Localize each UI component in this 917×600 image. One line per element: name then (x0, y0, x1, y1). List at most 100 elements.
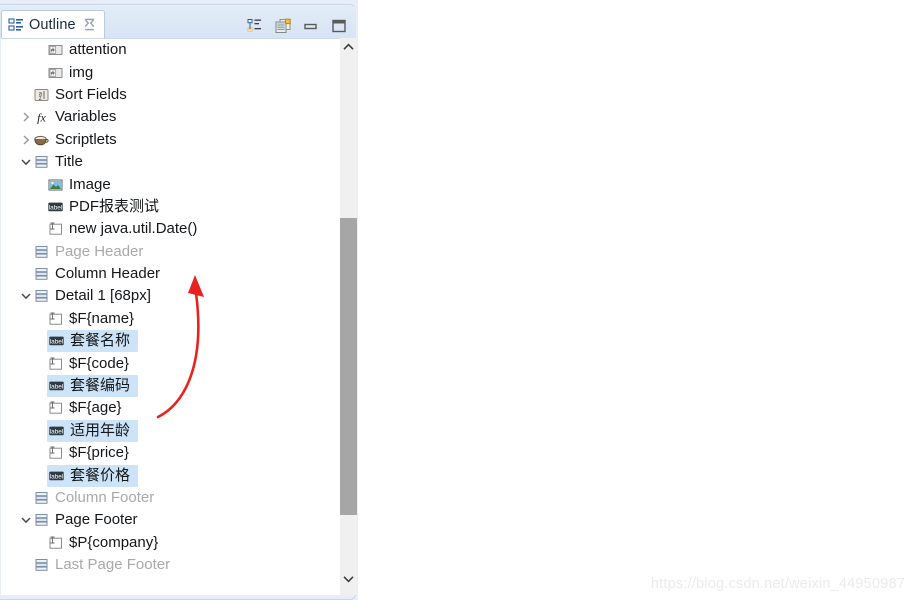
tree-item-label: $F{name} (69, 309, 135, 327)
tree-item-21[interactable]: Page Footer (1, 509, 331, 531)
tree-item-23[interactable]: Last Page Footer (1, 554, 331, 576)
tree-item-label: $F{age} (69, 399, 122, 417)
chevron-down-icon (343, 575, 354, 583)
hierarchy-icon[interactable] (246, 17, 264, 35)
tree-item-18[interactable]: $F{price} (1, 442, 331, 464)
chevron-right-icon[interactable] (19, 133, 33, 147)
twisty-placeholder (33, 222, 47, 236)
svg-text:label: label (50, 428, 64, 435)
tree-item-2[interactable]: a z Sort Fields (1, 84, 331, 106)
band-icon (34, 268, 49, 280)
tree-item-8[interactable]: new java.util.Date() (1, 218, 331, 240)
twisty-placeholder (19, 88, 33, 102)
maximize-icon[interactable] (330, 17, 348, 35)
tree-item-17[interactable]: label 适用年龄 (1, 419, 331, 442)
tree-item-selection[interactable]: label 适用年龄 (47, 419, 139, 442)
svg-text:#: # (51, 70, 55, 77)
tree-item-1[interactable]: # img (1, 61, 331, 83)
chevron-up-icon (343, 42, 354, 50)
tree-viewport[interactable]: # attention # img a z Sort Fields fx Variables Sc… (1, 39, 331, 594)
tree-item-6[interactable]: Image (1, 173, 331, 195)
scroll-down-button[interactable] (340, 570, 357, 587)
tree-item-label: 套餐名称 (70, 332, 131, 350)
tree-item-label: $F{code} (69, 354, 130, 372)
textfield-icon (49, 401, 62, 415)
image-icon (48, 179, 63, 191)
field-hash-icon: # (48, 67, 63, 78)
band-icon (34, 156, 49, 168)
vertical-scrollbar[interactable] (340, 38, 357, 595)
tree-item-22[interactable]: $P{company} (1, 532, 331, 554)
tree-item-5[interactable]: Title (1, 151, 331, 173)
tree-item-label: Column Footer (55, 489, 155, 506)
twisty-placeholder (19, 558, 33, 572)
scrollbar-thumb[interactable] (340, 218, 357, 515)
tree-item-20[interactable]: Column Footer (1, 487, 331, 509)
sort-pages-icon[interactable] (274, 17, 292, 35)
tree-item-label: Title (55, 153, 83, 171)
tree-item-16[interactable]: $F{age} (1, 397, 331, 419)
tree-item-15[interactable]: label 套餐编码 (1, 375, 331, 398)
scroll-up-button[interactable] (340, 38, 357, 55)
tree-item-label: Sort Fields (55, 85, 127, 103)
tree-item-label: attention (69, 41, 127, 59)
tree-item-14[interactable]: $F{code} (1, 352, 331, 374)
close-icon[interactable] (83, 18, 96, 31)
tree-item-label: Column Header (55, 265, 161, 283)
twisty-placeholder (33, 312, 47, 326)
twisty-placeholder (33, 357, 47, 371)
svg-text:#: # (51, 48, 55, 55)
tree-item-selection[interactable]: label 套餐编码 (47, 375, 139, 398)
tree-item-19[interactable]: label 套餐价格 (1, 464, 331, 487)
tab-outline[interactable]: Outline (1, 10, 105, 38)
minimize-icon[interactable] (302, 17, 320, 35)
twisty-placeholder (33, 424, 47, 438)
tree-item-label: 套餐价格 (70, 466, 131, 484)
tree-item-9[interactable]: Page Header (1, 241, 331, 263)
tree-item-selection[interactable]: label 套餐价格 (47, 464, 139, 487)
tree-item-label: new java.util.Date() (69, 220, 198, 238)
chevron-down-icon[interactable] (19, 513, 33, 527)
chevron-down-icon[interactable] (19, 155, 33, 169)
tree-item-label: $P{company} (69, 533, 159, 551)
band-icon (34, 492, 49, 504)
outline-tree[interactable]: # attention # img a z Sort Fields fx Variables Sc… (1, 38, 355, 595)
svg-text:fx: fx (37, 111, 46, 125)
variables-fx-icon: fx (37, 111, 46, 125)
chevron-down-icon[interactable] (19, 289, 33, 303)
twisty-placeholder (33, 469, 47, 483)
tree-item-4[interactable]: Scriptlets (1, 129, 331, 151)
twisty-placeholder (33, 43, 47, 57)
chevron-right-icon[interactable] (19, 110, 33, 124)
tree-item-3[interactable]: fx Variables (1, 106, 331, 128)
tree-item-label: 适用年龄 (70, 421, 131, 439)
tree-item-12[interactable]: $F{name} (1, 308, 331, 330)
twisty-placeholder (33, 334, 47, 348)
field-hash-icon: # (48, 45, 63, 56)
label-icon: label (49, 336, 64, 346)
band-icon (34, 245, 49, 258)
tree-item-label: Scriptlets (55, 130, 117, 148)
tree-item-11[interactable]: Detail 1 [68px] (1, 285, 331, 307)
tree-item-selection[interactable]: label 套餐名称 (47, 330, 139, 353)
label-icon: label (48, 202, 63, 211)
tree-item-label: Image (69, 175, 111, 193)
outline-view-part: Outline # attention # img a z Sort Field… (0, 0, 358, 600)
tree-item-0[interactable]: # attention (1, 39, 331, 61)
textfield-icon (49, 446, 62, 459)
outline-icon (8, 17, 23, 31)
twisty-placeholder (19, 267, 33, 281)
tree-item-10[interactable]: Column Header (1, 263, 331, 285)
tree-item-13[interactable]: label 套餐名称 (1, 330, 331, 353)
twisty-placeholder (19, 491, 33, 505)
tree-item-label: Last Page Footer (55, 556, 171, 574)
twisty-placeholder (33, 379, 47, 393)
textfield-icon (49, 536, 62, 549)
svg-text:label: label (50, 339, 64, 346)
textfield-icon (49, 357, 62, 370)
tree-item-7[interactable]: label PDF报表测试 (1, 196, 331, 218)
svg-text:z: z (39, 96, 42, 102)
view-tab-row: Outline (0, 6, 356, 38)
label-icon: label (49, 471, 64, 480)
label-icon: label (49, 426, 64, 435)
